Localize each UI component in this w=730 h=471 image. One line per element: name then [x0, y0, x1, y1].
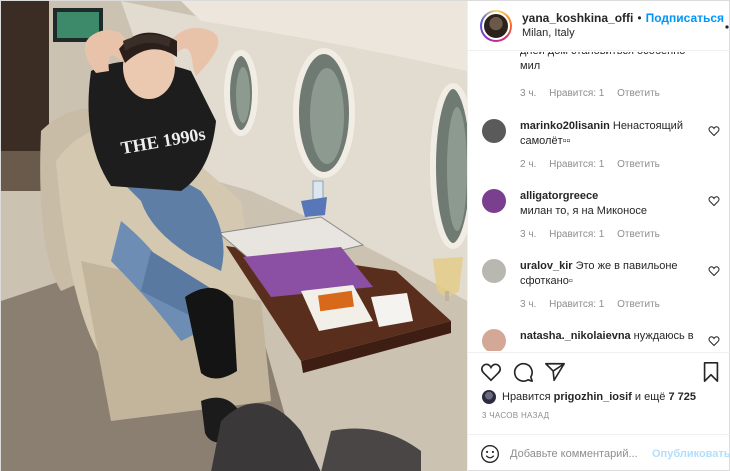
comment-likes[interactable]: Нравится: 1: [549, 88, 604, 99]
heart-icon[interactable]: [480, 361, 502, 383]
comment-likes[interactable]: Нравится: 1: [549, 299, 604, 310]
story-ring[interactable]: [480, 9, 512, 42]
comment-input[interactable]: [510, 447, 652, 460]
comment-text-block: дней дом становиться особенно мил: [520, 52, 696, 74]
comment-text-block: alligatorgreece милан то, я на Миконосе: [520, 189, 696, 219]
comment-meta: 3 ч. Нравится: 1 Ответить: [520, 299, 670, 310]
header-separator: •: [637, 10, 642, 25]
comment-time: 3 ч.: [520, 299, 537, 310]
comment-like-heart-icon[interactable]: [708, 125, 720, 137]
add-comment-bar: Опубликовать: [468, 434, 730, 471]
comment-meta: 2 ч. Нравится: 1 Ответить: [520, 159, 670, 170]
comment-text-block: marinko20lisanin Ненастоящий самолёт▫▫: [520, 119, 696, 149]
comment-like-heart-icon[interactable]: [708, 265, 720, 277]
comment-item: alligatorgreece милан то, я на Миконосе 3…: [482, 189, 720, 245]
comment-like-heart-icon[interactable]: [708, 335, 720, 347]
follow-button[interactable]: Подписаться: [646, 11, 724, 26]
post-photo[interactable]: THE 1990s: [1, 1, 467, 471]
header-text: yana_koshkina_offi • Подписаться Milan, …: [522, 11, 724, 41]
post-side-panel: yana_koshkina_offi • Подписаться Milan, …: [467, 1, 730, 471]
comment-meta: 3 ч. Нравится: 1 Ответить: [520, 88, 670, 99]
paper-plane-icon[interactable]: [544, 361, 566, 383]
comment-username[interactable]: natasha._nikolaievna: [520, 330, 631, 342]
post-location[interactable]: Milan, Italy: [522, 26, 724, 41]
comment-likes[interactable]: Нравится: 1: [549, 229, 604, 240]
smiley-icon[interactable]: [480, 444, 500, 464]
comment-text-block: uralov_kir Это же в павильоне сфоткано▫: [520, 259, 696, 289]
header-top-row: yana_koshkina_offi • Подписаться: [522, 11, 724, 26]
comment-username[interactable]: alligatorgreece: [520, 190, 598, 202]
comment-text: милан то, я на Миконосе: [520, 205, 647, 217]
likes-summary[interactable]: Нравится prigozhin_iosif и ещё 7 725: [482, 388, 696, 406]
comment-reply[interactable]: Ответить: [617, 229, 660, 240]
comment-time: 3 ч.: [520, 229, 537, 240]
likes-prefix: Нравится: [502, 391, 551, 403]
comment-item: marinko20lisanin Ненастоящий самолёт▫▫ 2 …: [482, 119, 720, 175]
comment-item: дней дом становиться особенно мил 3 ч. Н…: [482, 52, 720, 104]
comment-reply[interactable]: Ответить: [617, 159, 660, 170]
likes-middle: и ещё: [634, 391, 666, 403]
comment-like-heart-icon[interactable]: [708, 195, 720, 207]
comment-avatar[interactable]: [482, 329, 506, 351]
comment-username[interactable]: marinko20lisanin: [520, 120, 610, 132]
more-options-icon[interactable]: [724, 17, 730, 35]
photo-illustration: THE 1990s: [1, 1, 467, 471]
post-timestamp[interactable]: 3 ЧАСОВ НАЗАД: [482, 411, 549, 420]
comment-item: uralov_kir Это же в павильоне сфоткано▫ 3…: [482, 259, 720, 315]
comment-text: нуждаюсь в: [633, 330, 694, 342]
comment-avatar[interactable]: [482, 119, 506, 143]
avatar[interactable]: [482, 11, 510, 40]
author-username[interactable]: yana_koshkina_offi: [522, 11, 633, 26]
post-header: yana_koshkina_offi • Подписаться Milan, …: [468, 1, 730, 51]
comments-list[interactable]: дней дом становиться особенно мил 3 ч. Н…: [468, 52, 730, 351]
likes-count[interactable]: 7 725: [668, 391, 696, 403]
comment-avatar[interactable]: [482, 189, 506, 213]
comment-avatar[interactable]: [482, 259, 506, 283]
comment-text-block: natasha._nikolaievna нуждаюсь в: [520, 329, 696, 344]
action-bar: [468, 352, 730, 388]
liker-avatar: [482, 390, 496, 404]
comment-reply[interactable]: Ответить: [617, 299, 660, 310]
comment-username[interactable]: uralov_kir: [520, 260, 573, 272]
comment-meta: 3 ч. Нравится: 1 Ответить: [520, 229, 670, 240]
comment-text: дней дом становиться особенно мил: [520, 52, 685, 72]
bookmark-icon[interactable]: [700, 361, 722, 383]
comment-likes[interactable]: Нравится: 1: [549, 159, 604, 170]
likes-user[interactable]: prigozhin_iosif: [554, 391, 632, 403]
comment-reply[interactable]: Ответить: [617, 88, 660, 99]
instagram-post: THE 1990s yana_koshkina_offi • Подписать…: [0, 0, 730, 471]
comment-icon[interactable]: [512, 361, 534, 383]
publish-button[interactable]: Опубликовать: [652, 448, 730, 460]
comment-time: 2 ч.: [520, 159, 537, 170]
comment-time: 3 ч.: [520, 88, 537, 99]
comment-item: natasha._nikolaievna нуждаюсь в: [482, 329, 720, 351]
